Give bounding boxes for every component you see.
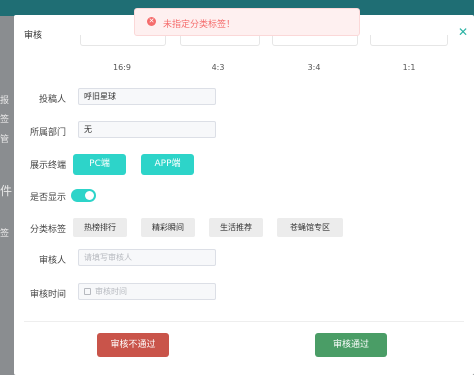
ratio-thumbnail-3-4[interactable]	[272, 35, 358, 46]
toast-message: 未指定分类标签！	[163, 20, 236, 30]
review-time-label: 审核时间	[29, 290, 66, 300]
ratio-label: 16:9	[113, 63, 131, 72]
review-time-placeholder: 审核时间	[95, 287, 127, 296]
approve-button[interactable]: 审核通过	[315, 333, 387, 357]
ratio-label: 3:4	[307, 63, 321, 72]
terminal-label: 展示终端	[29, 161, 66, 171]
contributor-field[interactable]: 呼旧星球	[78, 88, 216, 105]
display-toggle[interactable]	[71, 189, 96, 202]
department-field[interactable]: 无	[78, 121, 216, 138]
divider	[24, 321, 464, 322]
reviewer-label: 审核人	[38, 256, 66, 266]
department-label: 所属部门	[29, 128, 66, 138]
error-circle-icon: ✕	[147, 17, 156, 26]
dialog-title: 审核	[24, 31, 43, 41]
contributor-label: 投稿人	[38, 95, 66, 105]
tags-label: 分类标签	[29, 225, 66, 235]
tag-highlights[interactable]: 精彩瞬间	[141, 218, 195, 237]
reviewer-input[interactable]: 请填写审核人	[78, 249, 216, 266]
ratio-thumbnail-1-1[interactable]	[370, 35, 448, 46]
review-dialog: 审核 ✕ 16:9 4:3 3:4 1:1 投稿人 呼旧星球 所属部门 无 展示…	[14, 15, 474, 375]
terminal-app-button[interactable]: APP端	[141, 154, 194, 175]
calendar-icon	[84, 288, 91, 295]
tag-fly-restaurant[interactable]: 苍蝇馆专区	[277, 218, 343, 237]
ratio-label: 4:3	[211, 63, 225, 72]
tag-life-recommend[interactable]: 生活推荐	[209, 218, 263, 237]
background-text: 签	[0, 115, 10, 125]
ratio-thumbnail-16-9[interactable]	[80, 35, 166, 46]
close-icon[interactable]: ✕	[458, 25, 468, 39]
tag-hot-ranking[interactable]: 热榜排行	[73, 218, 127, 237]
toggle-knob	[85, 191, 94, 200]
error-toast: ✕ 未指定分类标签！	[134, 8, 360, 36]
display-label: 是否显示	[29, 193, 66, 203]
ratio-thumbnail-4-3[interactable]	[180, 35, 260, 46]
review-time-picker[interactable]: 审核时间	[78, 283, 216, 300]
reject-button[interactable]: 审核不通过	[97, 333, 169, 357]
ratio-label: 1:1	[402, 63, 416, 72]
terminal-pc-button[interactable]: PC端	[73, 154, 126, 175]
